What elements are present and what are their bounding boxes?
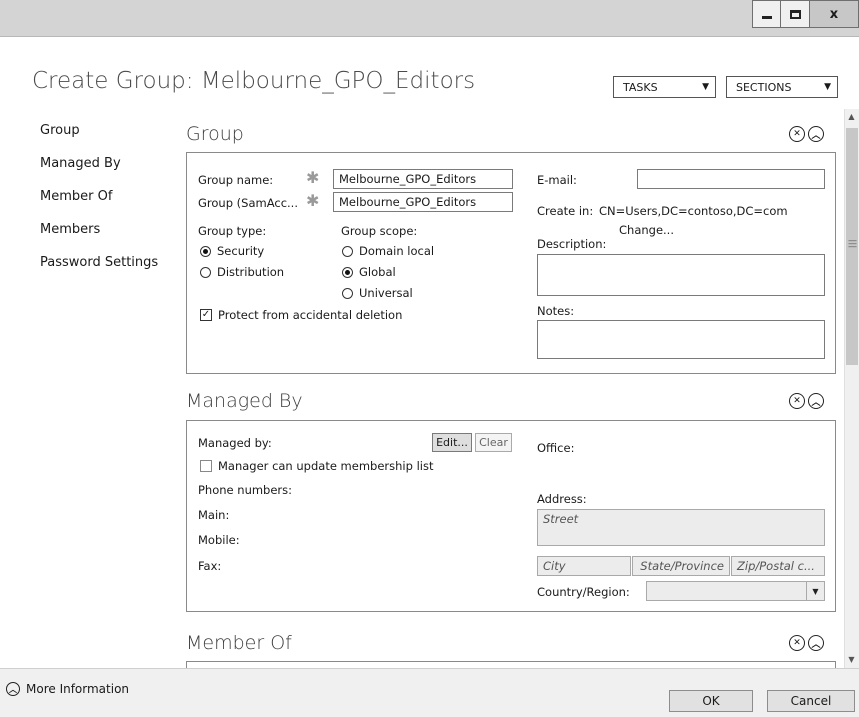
required-icon: ✱ (306, 168, 320, 187)
tasks-dropdown[interactable]: TASKS ▼ (613, 76, 716, 98)
street-input[interactable]: Street (537, 509, 825, 546)
close-icon: x (829, 6, 839, 22)
close-section-icon[interactable]: ✕ (789, 635, 805, 651)
radio-domain-local[interactable]: Domain local (342, 244, 434, 258)
radio-unselected-icon (200, 266, 211, 278)
chevron-down-icon: ▼ (702, 82, 709, 92)
zip-input[interactable]: Zip/Postal c... (731, 556, 825, 576)
manager-update-checkbox[interactable]: Manager can update membership list (200, 459, 433, 473)
expand-icon: ︿ (6, 682, 20, 696)
maximize-button[interactable] (780, 0, 810, 28)
country-select[interactable]: ▼ (646, 581, 825, 601)
sections-label: SECTIONS (736, 80, 792, 94)
scroll-down-icon[interactable]: ▼ (844, 652, 859, 668)
cancel-button[interactable]: Cancel (767, 690, 855, 712)
more-information-toggle[interactable]: ︿ More Information (6, 682, 129, 696)
close-section-icon[interactable]: ✕ (789, 126, 805, 142)
radio-unselected-icon (342, 245, 353, 257)
group-scope-label: Group scope: (341, 224, 418, 238)
required-icon: ✱ (306, 191, 320, 210)
maximize-icon (789, 9, 801, 19)
radio-distribution[interactable]: Distribution (200, 265, 284, 279)
radio-distribution-label: Distribution (217, 265, 285, 279)
address-label: Address: (537, 492, 587, 506)
radio-universal[interactable]: Universal (342, 286, 413, 300)
main-phone-label: Main: (198, 508, 230, 522)
scroll-up-icon[interactable]: ▲ (844, 109, 859, 125)
edit-button[interactable]: Edit... (432, 433, 472, 452)
managed-by-label: Managed by: (198, 436, 272, 450)
city-input[interactable]: City (537, 556, 631, 576)
state-input[interactable]: State/Province (632, 556, 730, 576)
chevron-down-icon: ▼ (824, 82, 831, 92)
email-label: E-mail: (537, 173, 577, 187)
collapse-section-icon[interactable]: ︿ (808, 126, 824, 142)
notes-input[interactable] (537, 320, 825, 359)
protect-deletion-checkbox[interactable]: ✓ Protect from accidental deletion (200, 308, 402, 322)
radio-global-label: Global (359, 265, 396, 279)
grip-icon: — — — (848, 236, 857, 252)
member-of-panel (186, 661, 836, 668)
chevron-down-icon[interactable]: ▼ (806, 582, 824, 600)
radio-universal-label: Universal (359, 286, 413, 300)
tasks-label: TASKS (623, 80, 658, 94)
mobile-phone-label: Mobile: (198, 533, 240, 547)
create-in-value: CN=Users,DC=contoso,DC=com (599, 204, 788, 218)
description-input[interactable] (537, 254, 825, 296)
radio-security[interactable]: Security (200, 244, 264, 258)
checkmark-icon: ✓ (200, 309, 212, 321)
radio-security-label: Security (217, 244, 265, 258)
nav-item-member-of[interactable]: Member Of (40, 189, 112, 204)
nav-item-group[interactable]: Group (40, 123, 80, 138)
change-link[interactable]: Change... (619, 223, 674, 237)
group-name-input[interactable]: Melbourne_GPO_Editors (333, 169, 513, 189)
sam-account-label: Group (SamAcc... (198, 196, 298, 210)
collapse-section-icon[interactable]: ︿ (808, 635, 824, 651)
group-panel: Group name: ✱ Melbourne_GPO_Editors Grou… (186, 152, 836, 374)
manager-update-label: Manager can update membership list (218, 459, 434, 473)
country-label: Country/Region: (537, 585, 630, 599)
section-title-managed-by: Managed By (186, 390, 303, 412)
create-in-label: Create in: (537, 204, 594, 218)
sections-dropdown[interactable]: SECTIONS ▼ (726, 76, 838, 98)
group-name-label: Group name: (198, 173, 274, 187)
nav-item-members[interactable]: Members (40, 222, 100, 237)
close-section-icon[interactable]: ✕ (789, 393, 805, 409)
radio-domain-local-label: Domain local (359, 244, 435, 258)
minimize-button[interactable] (752, 0, 781, 28)
page-title: Create Group: Melbourne_GPO_Editors (32, 68, 476, 94)
section-title-group: Group (186, 123, 244, 145)
collapse-section-icon[interactable]: ︿ (808, 393, 824, 409)
ok-button[interactable]: OK (669, 690, 753, 712)
notes-label: Notes: (537, 304, 575, 318)
section-title-member-of: Member Of (186, 632, 292, 654)
phone-numbers-label: Phone numbers: (198, 483, 293, 497)
nav-item-managed-by[interactable]: Managed By (40, 156, 121, 171)
radio-global[interactable]: Global (342, 265, 396, 279)
office-label: Office: (537, 441, 575, 455)
more-information-label: More Information (26, 682, 130, 696)
radio-unselected-icon (342, 287, 353, 299)
nav-item-password-settings[interactable]: Password Settings (40, 255, 158, 270)
email-input[interactable] (637, 169, 825, 189)
close-button[interactable]: x (809, 0, 859, 28)
group-type-label: Group type: (198, 224, 267, 238)
fax-label: Fax: (198, 559, 222, 573)
protect-deletion-label: Protect from accidental deletion (218, 308, 403, 322)
minimize-icon (761, 15, 772, 19)
radio-selected-icon (342, 266, 353, 278)
managed-by-panel: Managed by: Edit... Clear Manager can up… (186, 420, 836, 612)
window-titlebar (0, 0, 859, 37)
checkbox-empty-icon (200, 460, 212, 472)
sam-account-input[interactable]: Melbourne_GPO_Editors (333, 192, 513, 212)
radio-selected-icon (200, 245, 211, 257)
description-label: Description: (537, 237, 607, 251)
clear-button[interactable]: Clear (475, 433, 512, 452)
